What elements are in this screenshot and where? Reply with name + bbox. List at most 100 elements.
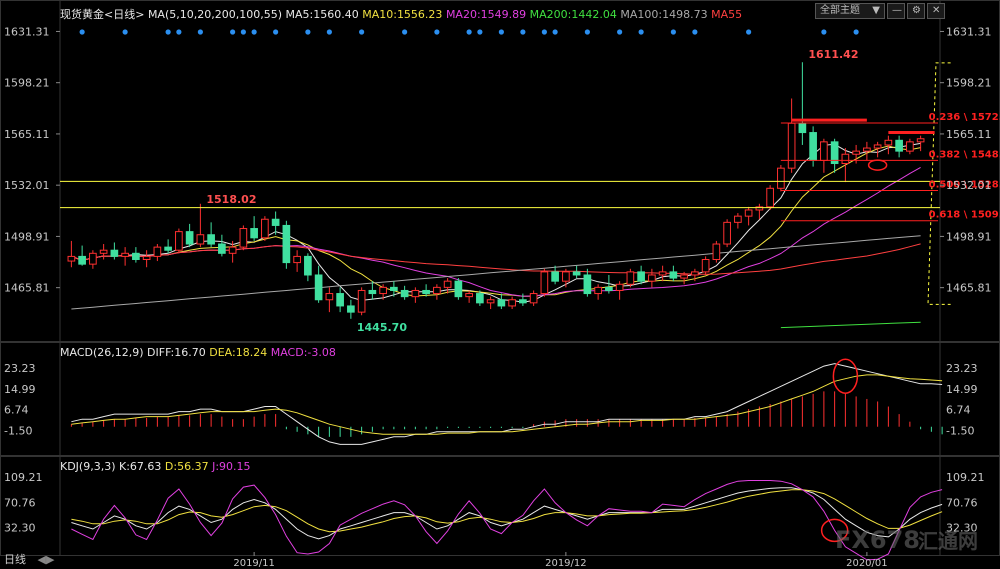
candle-body xyxy=(99,249,108,254)
signal-dot xyxy=(584,29,590,35)
theme-label: 全部主题 xyxy=(820,5,860,16)
candle-body xyxy=(594,286,602,295)
signal-dot xyxy=(230,29,236,35)
candle-body xyxy=(250,228,258,239)
settings-icon[interactable]: ⚙ xyxy=(907,3,925,19)
candle-body xyxy=(465,293,473,298)
candle-body xyxy=(680,274,688,279)
price-tick-left: 1565.11 xyxy=(4,128,50,141)
candle-body xyxy=(357,289,366,313)
macd-dea: DEA:18.24 xyxy=(209,346,268,359)
candle-body xyxy=(228,246,237,254)
candle-body xyxy=(304,255,312,276)
candle-body xyxy=(433,286,441,295)
signal-dot xyxy=(305,29,311,35)
candle-body xyxy=(734,215,742,223)
candle-body xyxy=(218,243,226,254)
candle-body xyxy=(787,122,796,169)
signal-dot xyxy=(165,29,171,35)
macd-tick-right: 6.74 xyxy=(946,404,971,417)
chevron-down-icon: ▼ xyxy=(872,5,880,16)
candle-body xyxy=(615,283,624,291)
kdj-label[interactable]: KDJ(9,3,3) xyxy=(60,460,116,473)
price-tick-right: 1598.21 xyxy=(946,77,992,90)
kdj-d: D:56.37 xyxy=(164,460,209,473)
candle-body xyxy=(207,234,215,245)
ma20-line xyxy=(71,166,921,297)
ma200-value: MA200:1442.04 xyxy=(529,8,617,21)
candle-body xyxy=(809,132,817,161)
kdj-j: J:90.15 xyxy=(212,460,251,473)
fib-level-label: 0.236 \ 1572.20 xyxy=(929,112,1000,123)
signal-dot xyxy=(853,29,859,35)
signal-dot xyxy=(552,29,558,35)
macd-tick-left: 14.99 xyxy=(4,383,36,396)
candle-body xyxy=(314,274,323,301)
candle-body xyxy=(175,231,183,251)
ma20-value: MA20:1549.89 xyxy=(445,8,527,21)
price-tick-left: 1631.31 xyxy=(4,25,50,38)
price-annotation: 1445.70 xyxy=(357,321,407,334)
theme-selector[interactable]: 全部主题 ▼ xyxy=(815,3,885,19)
fib-level-label: 0.382 \ 1548.07 xyxy=(929,149,1000,160)
kdj-tick-left: 32.30 xyxy=(4,522,36,535)
price-annotations: 1611.42 1518.02 1445.70 xyxy=(206,48,858,334)
candle-body xyxy=(422,289,430,295)
candle-body xyxy=(691,271,699,276)
signal-dot xyxy=(520,29,526,35)
ma5-value: MA5:1560.40 xyxy=(285,8,359,21)
candle-body xyxy=(701,259,710,273)
candle-body xyxy=(637,271,645,282)
signal-dot xyxy=(197,29,203,35)
candle-body xyxy=(271,218,280,226)
candle-body xyxy=(723,221,731,245)
price-tick-right: 1631.31 xyxy=(946,25,992,38)
candle-body xyxy=(443,280,452,288)
macd-tick-right: 23.23 xyxy=(946,362,978,375)
candle-body xyxy=(508,299,516,307)
candle-body xyxy=(282,224,291,264)
candle-body xyxy=(368,289,377,295)
signal-dot xyxy=(402,29,408,35)
period-tab[interactable]: 日线 ◀▶ xyxy=(4,551,54,567)
candle-body xyxy=(873,144,882,149)
macd-diff: DIFF:16.70 xyxy=(147,346,206,359)
candle-body xyxy=(798,122,807,134)
candle-body xyxy=(777,167,785,189)
candle-body xyxy=(78,255,86,265)
ma55-value: MA55 xyxy=(711,8,743,21)
candle-body xyxy=(669,271,678,279)
candle-body xyxy=(293,255,301,264)
scroll-arrows-icon[interactable]: ◀▶ xyxy=(38,553,55,566)
candle-body xyxy=(820,141,828,161)
fib-level-label: 0.618 \ 1509.06 xyxy=(929,210,1000,221)
date-tick: 2019/12 xyxy=(545,558,587,569)
ma-params[interactable]: MA(5,10,20,200,100,55) xyxy=(148,8,282,21)
candle-body xyxy=(411,289,420,298)
candle-body xyxy=(239,228,248,248)
signal-dot xyxy=(122,29,128,35)
price-annotation: 1611.42 xyxy=(808,48,858,61)
candle-body xyxy=(863,147,871,152)
candle-body xyxy=(132,252,140,261)
candle-body xyxy=(712,243,721,260)
candle-body xyxy=(551,271,559,282)
macd-label[interactable]: MACD(26,12,9) xyxy=(60,346,144,359)
candle-body xyxy=(605,286,613,291)
signal-dot xyxy=(477,29,483,35)
macd-tick-right: -1.50 xyxy=(946,425,974,438)
price-tick-left: 1532.01 xyxy=(4,179,50,192)
symbol-title[interactable]: 现货黄金<日线> xyxy=(60,8,144,21)
candle-body xyxy=(400,289,409,298)
candle-body xyxy=(562,271,570,282)
candle-body xyxy=(185,231,194,245)
ma100-value: MA100:1498.73 xyxy=(620,8,708,21)
close-icon[interactable]: ✕ xyxy=(927,3,945,19)
candle-body xyxy=(486,299,495,304)
minimize-icon[interactable]: — xyxy=(887,3,905,19)
candle-body xyxy=(196,234,205,245)
candle-body xyxy=(261,218,269,239)
ma10-value: MA10:1556.23 xyxy=(362,8,443,21)
candle-body xyxy=(497,299,506,307)
candle-body xyxy=(766,187,774,208)
